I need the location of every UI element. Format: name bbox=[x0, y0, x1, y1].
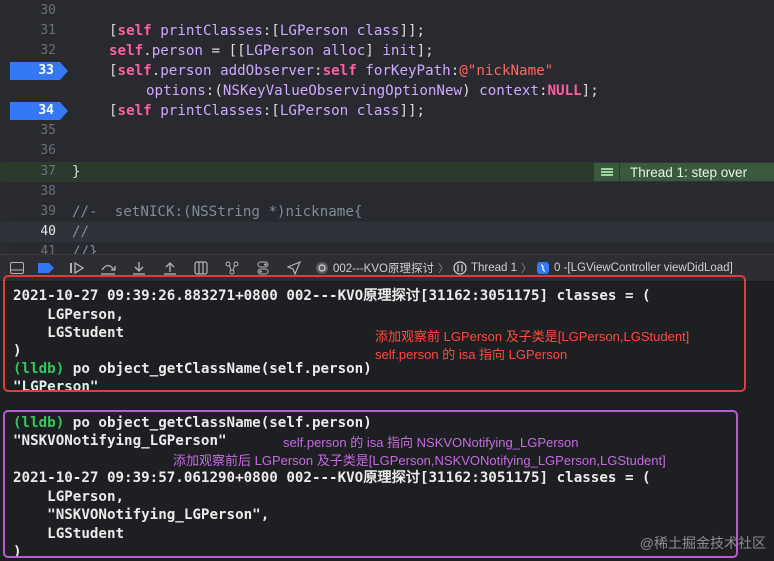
code-text: [self printClasses:[LGPerson class]]; bbox=[109, 23, 426, 39]
console-line: LGStudent bbox=[13, 526, 125, 542]
thread-badge-label: Thread 1: step over bbox=[630, 164, 748, 180]
line-number: 40 bbox=[40, 224, 56, 239]
code-editor[interactable]: 30 31 [self printClasses:[LGPerson class… bbox=[0, 0, 774, 254]
code-line[interactable]: 41 //} bbox=[0, 242, 774, 254]
breadcrumb-thread[interactable]: Thread 1 bbox=[471, 262, 517, 274]
instruction-pointer-icon bbox=[594, 163, 620, 181]
breakpoint-marker[interactable]: 33 bbox=[10, 62, 68, 80]
annotation-red-isa: self.person 的 isa 指向 LGPerson bbox=[375, 347, 568, 362]
line-number: 35 bbox=[40, 123, 56, 138]
breadcrumb-project[interactable]: 002---KVO原理探讨 bbox=[333, 260, 434, 276]
breakpoint-marker[interactable]: 34 bbox=[10, 102, 68, 120]
debug-console[interactable]: 2021-10-27 09:39:26.883271+0800 002---KV… bbox=[0, 282, 774, 561]
code-line[interactable]: 35 bbox=[0, 121, 774, 141]
line-number: 41 bbox=[40, 244, 56, 254]
environment-overrides-icon[interactable] bbox=[247, 254, 278, 282]
breadcrumb-frame[interactable]: 0 -[LGViewController viewDidLoad] bbox=[554, 262, 733, 274]
console-line: 2021-10-27 09:39:57.061290+0800 002---KV… bbox=[13, 470, 651, 486]
console-result: "LGPerson" bbox=[13, 379, 99, 395]
breadcrumb-separator-icon: 〉 bbox=[437, 263, 449, 275]
code-text: [self printClasses:[LGPerson class]]; bbox=[109, 103, 426, 119]
step-over-icon[interactable] bbox=[92, 254, 123, 282]
lldb-prompt: (lldb) bbox=[13, 415, 65, 431]
console-line: LGPerson, bbox=[13, 307, 125, 323]
line-number: 36 bbox=[40, 143, 56, 158]
hide-console-icon[interactable] bbox=[4, 254, 30, 282]
annotation-purple-isa: self.person 的 isa 指向 NSKVONotifying_LGPe… bbox=[283, 435, 579, 450]
debug-breadcrumb: 002---KVO原理探讨 〉 Thread 1 〉 0 -[LGViewCon… bbox=[315, 260, 733, 276]
watermark: @稀土掘金技术社区 bbox=[639, 535, 766, 551]
line-number: 31 bbox=[40, 23, 56, 38]
code-line[interactable]: 33 [self.person addObserver:self forKeyP… bbox=[0, 61, 774, 81]
console-line: ) bbox=[13, 544, 22, 560]
line-number: 37 bbox=[40, 164, 56, 179]
code-line[interactable]: 34 [self printClasses:[LGPerson class]]; bbox=[0, 101, 774, 121]
code-text: } bbox=[72, 164, 81, 180]
line-number: 33 bbox=[38, 63, 54, 78]
line-number: 39 bbox=[40, 204, 56, 219]
line-number: 32 bbox=[40, 43, 56, 58]
step-out-icon[interactable] bbox=[154, 254, 185, 282]
console-command: po object_getClassName(self.person) bbox=[64, 361, 372, 377]
console-line: ) bbox=[13, 343, 22, 359]
console-command: po object_getClassName(self.person) bbox=[64, 415, 372, 431]
step-into-icon[interactable] bbox=[123, 254, 154, 282]
code-text: self.person = [[LGPerson alloc] init]; bbox=[109, 43, 434, 59]
code-comment: //} bbox=[72, 244, 98, 254]
breadcrumb-separator-icon: 〉 bbox=[521, 263, 532, 275]
memory-graph-icon[interactable] bbox=[216, 254, 247, 282]
app-target-icon bbox=[315, 261, 329, 275]
code-line[interactable]: 30 bbox=[0, 1, 774, 21]
continue-icon[interactable] bbox=[61, 254, 92, 282]
console-line: 2021-10-27 09:39:26.883271+0800 002---KV… bbox=[13, 288, 651, 304]
console-line: "NSKVONotifying_LGPerson", bbox=[13, 507, 270, 523]
code-comment: //- setNICK:(NSString *)nickname{ bbox=[72, 204, 363, 220]
console-line: LGPerson, bbox=[13, 489, 125, 505]
annotation-purple-classes: 添加观察前后 LGPerson 及子类是[LGPerson,NSKVONotif… bbox=[173, 453, 666, 468]
code-comment: // bbox=[72, 224, 90, 240]
console-command-line: (lldb) po object_getClassName(self.perso… bbox=[13, 360, 372, 378]
annotation-red-classes: 添加观察前 LGPerson 及子类是[LGPerson,LGStudent] bbox=[375, 329, 690, 344]
console-result: "NSKVONotifying_LGPerson" bbox=[13, 433, 227, 449]
code-line[interactable]: 38 bbox=[0, 182, 774, 202]
code-line[interactable]: 32 self.person = [[LGPerson alloc] init]… bbox=[0, 41, 774, 61]
thread-step-badge[interactable]: Thread 1: step over bbox=[594, 163, 774, 181]
code-line[interactable]: 31 [self printClasses:[LGPerson class]]; bbox=[0, 21, 774, 41]
thread-icon bbox=[453, 261, 467, 275]
debug-toolbar: 002---KVO原理探讨 〉 Thread 1 〉 0 -[LGViewCon… bbox=[0, 254, 774, 282]
line-number: 30 bbox=[40, 3, 56, 18]
lldb-prompt: (lldb) bbox=[13, 361, 65, 377]
line-number: 34 bbox=[38, 103, 54, 118]
console-command-line: (lldb) po object_getClassName(self.perso… bbox=[13, 414, 372, 432]
breakpoints-toggle-icon[interactable] bbox=[30, 254, 61, 282]
code-line[interactable]: 36 bbox=[0, 141, 774, 161]
code-text: [self.person addObserver:self forKeyPath… bbox=[109, 63, 554, 79]
code-line[interactable]: 39 //- setNICK:(NSString *)nickname{ bbox=[0, 202, 774, 222]
console-line: LGStudent bbox=[13, 325, 125, 341]
line-number: 38 bbox=[40, 184, 56, 199]
location-icon[interactable] bbox=[278, 254, 309, 282]
code-line-cursor[interactable]: 40 // bbox=[0, 222, 774, 242]
code-text: options:(NSKeyValueObservingOptionNew) c… bbox=[146, 83, 599, 99]
code-line[interactable]: options:(NSKeyValueObservingOptionNew) c… bbox=[0, 81, 774, 101]
stack-frame-icon bbox=[536, 261, 550, 275]
view-hierarchy-icon[interactable] bbox=[185, 254, 216, 282]
